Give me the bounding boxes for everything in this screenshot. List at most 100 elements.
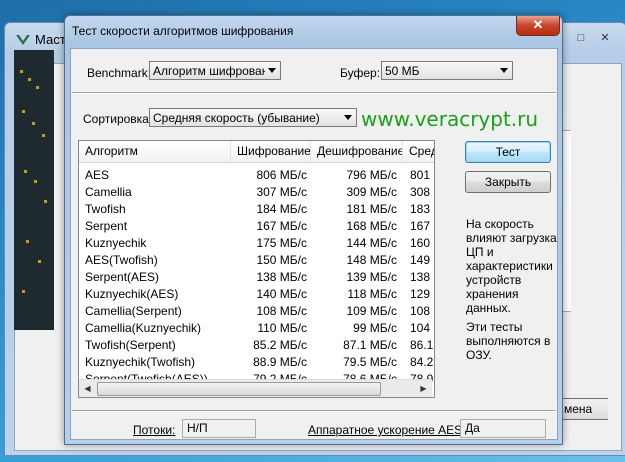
cell-decryption: 148 МБ/с xyxy=(346,253,397,267)
cell-average: 308 xyxy=(410,185,431,199)
cell-decryption: 181 МБ/с xyxy=(346,202,397,216)
cell-algorithm: Kuznyechik xyxy=(85,236,147,250)
table-row[interactable]: Twofish 184 МБ/с 181 МБ/с 183 xyxy=(79,201,434,218)
cell-encryption: 110 МБ/с xyxy=(257,321,307,335)
cell-average: 86.1 xyxy=(410,338,434,352)
chevron-down-icon xyxy=(344,115,352,120)
cell-encryption: 307 МБ/с xyxy=(256,185,307,199)
cell-algorithm: Serpent(AES) xyxy=(85,270,160,284)
table-row[interactable]: Kuznyechik 175 МБ/с 144 МБ/с 160 xyxy=(79,235,434,252)
cell-average: 183 xyxy=(410,202,431,216)
cell-algorithm: Kuznyechik(AES) xyxy=(85,287,179,301)
table-row[interactable]: Kuznyechik(Twofish) 88.9 МБ/с 79.5 МБ/с 84.… xyxy=(79,354,434,371)
table-row[interactable]: Kuznyechik(AES) 140 МБ/с 118 МБ/с 129 xyxy=(79,286,434,303)
cell-decryption: 796 МБ/с xyxy=(346,168,397,182)
threads-label: Потоки: xyxy=(133,423,176,437)
cell-algorithm: AES(Twofish) xyxy=(85,253,158,267)
wizard-image xyxy=(14,50,54,330)
dialog-title: Тест скорости алгоритмов шифрования xyxy=(72,24,294,38)
cell-decryption: 168 МБ/с xyxy=(346,219,397,233)
ram-note: Эти тесты выполняются в ОЗУ. xyxy=(466,320,551,362)
cell-encryption: 108 МБ/с xyxy=(256,304,307,318)
table-row[interactable]: Serpent 167 МБ/с 168 МБ/с 167 xyxy=(79,218,434,235)
cell-average: 801 xyxy=(410,168,431,182)
buffer-select[interactable]: 50 МБ xyxy=(381,61,513,80)
benchmark-select[interactable]: Алгоритм шифровани xyxy=(149,61,281,80)
separator xyxy=(72,410,556,412)
close-icon[interactable]: ✕ xyxy=(593,30,617,46)
table-row[interactable]: Camellia 307 МБ/с 309 МБ/с 308 xyxy=(79,184,434,201)
sort-label: Сортировка: xyxy=(83,112,153,126)
cell-encryption: 140 МБ/с xyxy=(256,287,307,301)
column-header-decryption[interactable]: Дешифрование xyxy=(311,141,403,162)
cell-average: 160 xyxy=(410,236,431,250)
cell-decryption: 99 МБ/с xyxy=(353,321,397,335)
cell-encryption: 184 МБ/с xyxy=(256,202,307,216)
test-button[interactable]: Тест xyxy=(465,141,551,163)
table-row[interactable]: Serpent(AES) 138 МБ/с 139 МБ/с 138 xyxy=(79,269,434,286)
column-header-algorithm[interactable]: Алгоритм xyxy=(79,141,231,162)
buffer-label: Буфер: xyxy=(340,66,381,80)
cell-algorithm: Twofish xyxy=(85,202,126,216)
cell-average: 149 xyxy=(410,253,431,267)
cell-decryption: 87.1 МБ/с xyxy=(343,338,397,352)
chevron-down-icon xyxy=(268,68,276,73)
cell-encryption: 167 МБ/с xyxy=(256,219,307,233)
cell-average: 129 xyxy=(410,287,431,301)
speed-note: На скорость влияют загрузка ЦП и характе… xyxy=(466,217,557,315)
cell-algorithm: Camellia(Serpent) xyxy=(85,304,182,318)
cell-algorithm: Serpent xyxy=(85,219,128,233)
close-button[interactable]: Закрыть xyxy=(465,171,551,193)
cell-encryption: 88.9 МБ/с xyxy=(253,355,307,369)
maximize-icon[interactable]: □ xyxy=(569,30,593,46)
table-row[interactable]: Camellia(Serpent) 108 МБ/с 109 МБ/с 108 xyxy=(79,303,434,320)
cell-decryption: 109 МБ/с xyxy=(346,304,397,318)
threads-field: Н/П xyxy=(182,419,256,438)
cell-encryption: 150 МБ/с xyxy=(256,253,307,267)
chevron-down-icon xyxy=(500,68,508,73)
cell-decryption: 118 МБ/с xyxy=(347,287,397,301)
column-header-average[interactable]: Сред xyxy=(403,141,434,162)
aes-acceleration-field: Да xyxy=(460,419,546,438)
cell-encryption: 175 МБ/с xyxy=(256,236,307,250)
cell-average: 108 xyxy=(410,304,431,318)
background-window-title: Маст xyxy=(35,32,66,47)
cell-algorithm: Camellia xyxy=(85,185,132,199)
benchmark-label: Benchmark: xyxy=(87,66,152,80)
sort-select-value: Средняя скорость (убывание) xyxy=(153,111,320,125)
cell-decryption: 79.5 МБ/с xyxy=(343,355,397,369)
table-row[interactable]: Camellia(Kuznyechik) 110 МБ/с 99 МБ/с 104 xyxy=(79,320,434,337)
buffer-select-value: 50 МБ xyxy=(385,64,420,78)
results-table[interactable]: Алгоритм Шифрование Дешифрование Сред AE… xyxy=(78,140,435,398)
background-cancel-button[interactable]: мена xyxy=(560,398,608,420)
cell-decryption: 144 МБ/с xyxy=(346,236,397,250)
table-header: Алгоритм Шифрование Дешифрование Сред xyxy=(79,141,434,163)
watermark-text: www.veracrypt.ru xyxy=(361,107,539,131)
cell-average: 138 xyxy=(410,270,431,284)
benchmark-select-value: Алгоритм шифровани xyxy=(153,64,265,78)
aes-acceleration-label: Аппаратное ускорение AES: xyxy=(308,423,466,437)
cell-encryption: 138 МБ/с xyxy=(256,270,307,284)
dialog-close-button[interactable]: ✕ xyxy=(516,16,560,36)
scrollbar-thumb[interactable] xyxy=(97,382,381,396)
scroll-right-icon[interactable]: ▶ xyxy=(415,380,432,397)
table-row[interactable]: AES(Twofish) 150 МБ/с 148 МБ/с 149 xyxy=(79,252,434,269)
cell-decryption: 139 МБ/с xyxy=(346,270,397,284)
cell-average: 84.2 xyxy=(410,355,434,369)
cell-algorithm: AES xyxy=(85,168,110,182)
cell-algorithm: Camellia(Kuznyechik) xyxy=(85,321,202,335)
cell-average: 167 xyxy=(410,219,431,233)
table-row[interactable]: Twofish(Serpent) 85.2 МБ/с 87.1 МБ/с 86.1 xyxy=(79,337,434,354)
cell-encryption: 806 МБ/с xyxy=(256,168,307,182)
cell-average: 104 xyxy=(410,321,431,335)
table-row[interactable]: AES 806 МБ/с 796 МБ/с 801 xyxy=(79,167,434,184)
sort-select[interactable]: Средняя скорость (убывание) xyxy=(149,108,357,127)
column-header-encryption[interactable]: Шифрование xyxy=(231,141,311,162)
cell-algorithm: Twofish(Serpent) xyxy=(85,338,176,352)
cell-algorithm: Kuznyechik(Twofish) xyxy=(85,355,196,369)
separator xyxy=(72,92,556,94)
scroll-left-icon[interactable]: ◀ xyxy=(79,380,96,397)
cell-decryption: 309 МБ/с xyxy=(346,185,397,199)
cell-encryption: 85.2 МБ/с xyxy=(253,338,307,352)
horizontal-scrollbar[interactable]: ◀ ▶ xyxy=(79,379,432,397)
